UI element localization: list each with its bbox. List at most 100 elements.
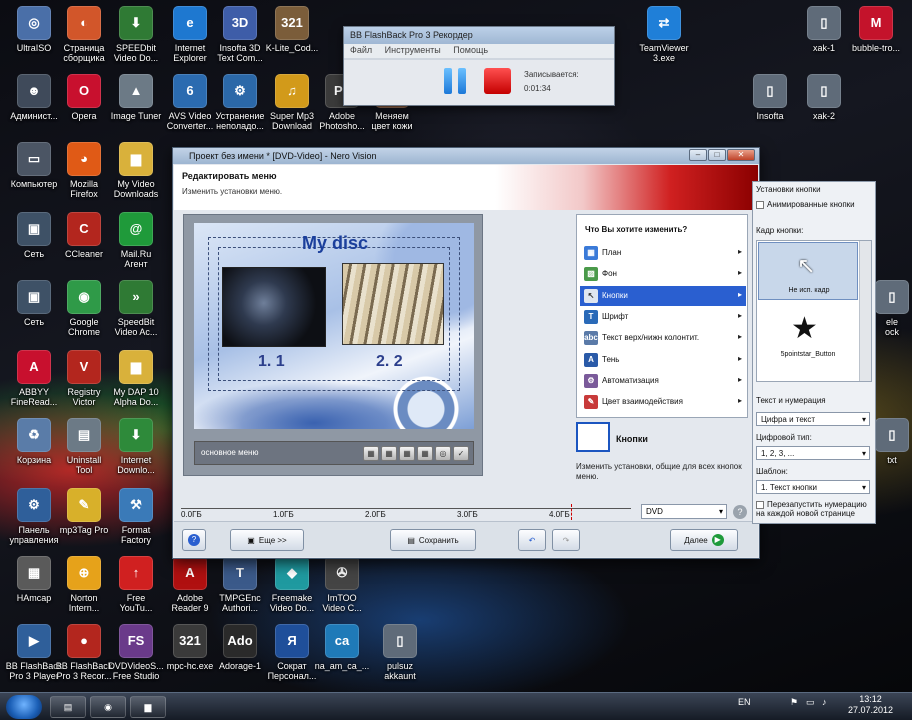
next-arrow-icon: ▶ — [711, 534, 724, 546]
nero-window[interactable]: Проект без имени * [DVD-Video] - Nero Vi… — [172, 147, 760, 559]
maximize-button[interactable]: □ — [708, 149, 726, 161]
page-title: Редактировать меню — [182, 171, 277, 181]
video-converter-icon: 6 — [173, 74, 207, 108]
taskbar-film-icon[interactable]: ▤ — [50, 696, 86, 718]
desktop-icon-mydap[interactable]: ▆ My DAP 10 Alpha Do... — [102, 350, 170, 407]
desktop-icon-teamviewer[interactable]: ⇄ TeamViewer 3.exe — [630, 6, 698, 63]
checkbox-icon — [756, 200, 764, 209]
taskbar-folder-icon[interactable]: ▆ — [130, 696, 166, 718]
disc-title[interactable]: My disc — [302, 233, 368, 254]
nero-titlebar[interactable]: Проект без имени * [DVD-Video] - Nero Vi… — [173, 148, 759, 164]
option-automation[interactable]: ⚙ Автоматизация ▸ — [580, 371, 746, 391]
tray-flag-icon[interactable]: ⚑ — [790, 697, 798, 708]
option-interaction-color[interactable]: ✎ Цвет взаимодействия ▸ — [580, 392, 746, 412]
option-label: Тень — [602, 354, 620, 364]
tool-6-icon[interactable]: ✓ — [453, 446, 469, 461]
chapter-2-label[interactable]: 2. 2 — [376, 353, 403, 371]
option-label: Автоматизация — [602, 375, 659, 385]
star-icon[interactable]: ★ — [791, 311, 818, 346]
button-frame-list[interactable]: ↖ Не исп. кадр ★ 5pointstar_Button — [756, 240, 872, 382]
more-button[interactable]: ▣ Еще >> — [230, 529, 304, 551]
chapter-1-thumbnail[interactable] — [222, 267, 326, 347]
buttons-info-title: Кнопки — [616, 434, 648, 444]
uninstall-icon: ▤ — [67, 418, 101, 452]
button-settings-title: Установки кнопки — [756, 185, 821, 194]
camera-icon: ▦ — [17, 556, 51, 590]
minimize-button[interactable]: – — [689, 149, 707, 161]
help-icon[interactable]: ? — [733, 505, 747, 519]
restart-numbering-checkbox[interactable]: Перезапустить нумерацию на каждой новой … — [756, 500, 872, 518]
option-background[interactable]: ▨ Фон ▸ — [580, 264, 746, 284]
menu-preview[interactable]: My disc 1. 1 2. 2 — [194, 223, 474, 429]
help-button[interactable]: ? — [182, 529, 206, 551]
recorder-title: BB FlashBack Pro 3 Рекордер — [344, 27, 614, 44]
tool-1-icon[interactable]: ▦ — [363, 446, 379, 461]
desktop-icon-pulsuz[interactable]: ▯ pulsuz akkaunt — [366, 624, 434, 681]
buttons-info-description: Изменить установки, общие для всех кнопо… — [576, 462, 742, 481]
option-label: Фон — [602, 269, 617, 279]
text-numbering-select[interactable]: Цифра и текст ▾ — [756, 412, 870, 426]
desktop-icon-klite[interactable]: 321 K-Lite_Cod... — [258, 6, 326, 53]
desktop-icon-ie2[interactable]: ⬇ Internet Downlo... — [102, 418, 170, 475]
desktop-icon-myvideo[interactable]: ▆ My Video Downloads — [102, 142, 170, 199]
tool-4-icon[interactable]: ▦ — [417, 446, 433, 461]
desktop-icon-mailru[interactable]: @ Mail.Ru Агент — [102, 212, 170, 269]
disc-type-select[interactable]: DVD ▾ — [641, 504, 727, 519]
desktop-icon-xak2[interactable]: ▯ xak-2 — [790, 74, 858, 121]
recorder-menu-tools[interactable]: Инструменты — [385, 45, 441, 55]
pause-button[interactable] — [444, 68, 468, 94]
option-header-footer[interactable]: abc Текст верх/нижн колонтит. ▸ — [580, 328, 746, 348]
frame-item-none[interactable]: ↖ Не исп. кадр — [758, 242, 858, 300]
chevron-right-icon: ▸ — [737, 289, 742, 299]
option-shadow[interactable]: A Тень ▸ — [580, 350, 746, 370]
digit-type-label: Цифровой тип: — [756, 433, 812, 442]
tool-2-icon[interactable]: ▦ — [381, 446, 397, 461]
digit-type-select[interactable]: 1, 2, 3, ... ▾ — [756, 446, 870, 460]
recorder-menu-help[interactable]: Помощь — [453, 45, 488, 55]
recorder-menu-file[interactable]: Файл — [350, 45, 372, 55]
animated-buttons-checkbox[interactable]: Анимированные кнопки — [756, 200, 855, 209]
stop-button[interactable] — [484, 68, 511, 94]
desktop-icon-bubbletro[interactable]: Mbubble-tro... — [842, 6, 910, 53]
chapter-2-thumbnail[interactable] — [342, 263, 444, 345]
preview-navbar: основное меню ▦ ▦ ▦ ▦ ◎ ✓ — [194, 441, 474, 465]
close-button[interactable]: ✕ — [727, 149, 755, 161]
save-button[interactable]: ▤ Сохранить — [390, 529, 476, 551]
button-frame-label: Кадр кнопки: — [756, 226, 804, 235]
next-button[interactable]: Далее ▶ — [670, 529, 738, 551]
desktop-icon-label: bubble-tro... — [851, 43, 901, 53]
registry-icon: V — [67, 350, 101, 384]
recorder-window[interactable]: BB FlashBack Pro 3 Рекордер Файл Инструм… — [343, 26, 615, 106]
clock[interactable]: 13:12 27.07.2012 — [848, 694, 893, 716]
tool-3-icon[interactable]: ▦ — [399, 446, 415, 461]
tray-volume-icon[interactable]: ♪ — [822, 697, 827, 707]
option-layout[interactable]: ▦ План ▸ — [580, 243, 746, 263]
redo-button[interactable]: ↷ — [552, 529, 580, 551]
template-select[interactable]: 1. Текст кнопки ▾ — [756, 480, 870, 494]
mp3-icon: ♫ — [275, 74, 309, 108]
header-footer-icon: abc — [584, 331, 598, 346]
capacity-tick: 0.0ГБ — [181, 510, 202, 519]
option-label: Кнопки — [602, 290, 628, 300]
automation-icon: ⚙ — [584, 373, 598, 388]
desktop-icon-imtoo[interactable]: ✇ ImTOO Video C... — [308, 556, 376, 613]
option-buttons[interactable]: ↖ Кнопки ▸ — [580, 285, 746, 306]
tray-monitor-icon[interactable]: ▭ — [806, 697, 815, 708]
option-label: Шрифт — [602, 311, 629, 321]
desktop-icon-speedbit2[interactable]: » SpeedBit Video Ac... — [102, 280, 170, 337]
start-button[interactable] — [6, 695, 42, 719]
desktop-icon-label: Меняем цвет кожи — [371, 111, 413, 131]
disc-icon: ◎ — [17, 6, 51, 40]
scrollbar[interactable] — [859, 241, 871, 381]
desktop-icon-format[interactable]: ⚒ Format Factory — [102, 488, 170, 545]
shadow-icon: A — [584, 352, 598, 367]
capacity-tick: 2.0ГБ — [365, 510, 386, 519]
language-indicator[interactable]: EN — [738, 697, 751, 707]
capacity-bar: 0.0ГБ 1.0ГБ 2.0ГБ 3.0ГБ 4.0ГБ — [181, 504, 631, 520]
undo-button[interactable]: ↶ — [518, 529, 546, 551]
chapter-1-label[interactable]: 1. 1 — [258, 353, 285, 371]
desktop-icon-label: K-Lite_Cod... — [265, 43, 319, 53]
tool-5-icon[interactable]: ◎ — [435, 446, 451, 461]
taskbar-player-icon[interactable]: ◉ — [90, 696, 126, 718]
option-font[interactable]: T Шрифт ▸ — [580, 307, 746, 327]
